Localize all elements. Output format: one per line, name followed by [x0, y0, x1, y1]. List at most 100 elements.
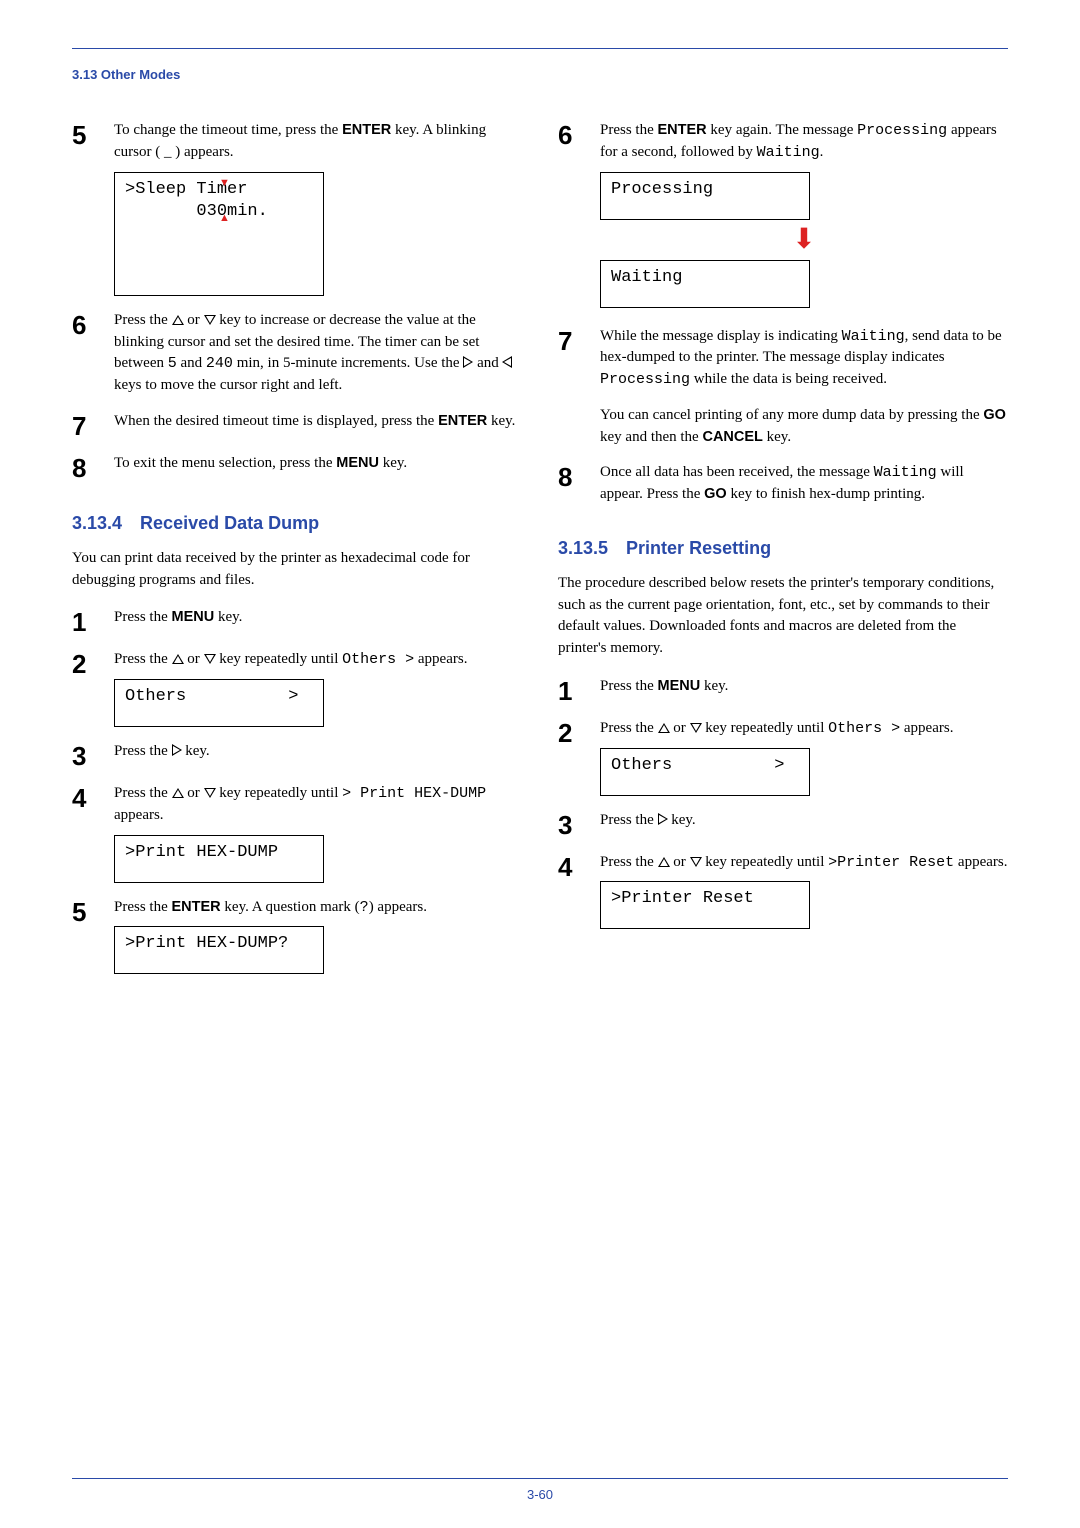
text: ) appears. — [369, 899, 427, 915]
key-cancel: CANCEL — [702, 429, 762, 445]
text: key repeatedly until — [702, 854, 829, 870]
step-number: 2 — [558, 718, 600, 796]
text: and — [177, 355, 206, 371]
cursor-down-icon: ▼ — [219, 176, 230, 190]
step-number: 3 — [72, 741, 114, 769]
section-3-13-4-title: 3.13.4Received Data Dump — [72, 513, 522, 534]
up-icon — [172, 315, 184, 325]
text: key. — [214, 609, 242, 625]
up-icon — [172, 654, 184, 664]
page-footer: 3-60 — [72, 1478, 1008, 1502]
down-icon — [204, 315, 216, 325]
value: Processing — [857, 122, 947, 139]
reset-step-2: 2 Press the or key repeatedly until Othe… — [558, 718, 1008, 796]
section-intro: You can print data received by the print… — [72, 548, 522, 592]
text: or — [184, 312, 204, 328]
text: key. — [379, 455, 407, 471]
key-enter: ENTER — [172, 899, 221, 915]
left-step-5: 5 To change the timeout time, press the … — [72, 120, 522, 296]
text: Press the — [600, 854, 658, 870]
right-icon — [658, 813, 668, 825]
right-step-6: 6 Press the ENTER key again. The message… — [558, 120, 1008, 308]
right-step-8: 8 Once all data has been received, the m… — [558, 462, 1008, 506]
lcd-others: Others > — [114, 679, 324, 727]
left-icon — [502, 356, 512, 368]
step-number: 1 — [558, 676, 600, 704]
text: or — [184, 785, 204, 801]
step-number: 5 — [72, 120, 114, 296]
text: Press the — [114, 651, 172, 667]
text: key again. The message — [707, 122, 858, 138]
step-number: 7 — [558, 326, 600, 449]
step-number: 6 — [72, 310, 114, 397]
text: key repeatedly until — [702, 720, 829, 736]
text: Press the — [114, 609, 172, 625]
value: > Print HEX-DUMP — [342, 785, 486, 802]
lcd-processing: Processing — [600, 172, 810, 220]
page-header: 3.13 Other Modes — [72, 67, 1008, 82]
step-number: 6 — [558, 120, 600, 308]
step-number: 3 — [558, 810, 600, 838]
text: key to finish hex-dump printing. — [727, 486, 925, 502]
step-number: 2 — [72, 649, 114, 727]
text: You can cancel printing of any more dump… — [600, 407, 983, 423]
value: Waiting — [842, 328, 905, 345]
key-go: GO — [704, 486, 727, 502]
left-step-8: 8 To exit the menu selection, press the … — [72, 453, 522, 481]
text: min, in 5-minute increments. Use the — [233, 355, 463, 371]
value: >Printer Reset — [828, 854, 954, 871]
text: key. — [700, 678, 728, 694]
text: Press the — [600, 678, 658, 694]
up-icon — [172, 788, 184, 798]
lcd-sleep-timer: >Sleep Timer 030min. ▼ ▲ — [114, 172, 324, 296]
key-menu: MENU — [336, 455, 379, 471]
text: To exit the menu selection, press the — [114, 455, 336, 471]
value: Others > — [342, 651, 414, 668]
step-number: 4 — [558, 852, 600, 930]
value: Waiting — [757, 144, 820, 161]
text: appears. — [900, 720, 953, 736]
text: while the data is being received. — [690, 371, 887, 387]
right-column: 6 Press the ENTER key again. The message… — [558, 120, 1008, 988]
text: key. — [487, 413, 515, 429]
right-icon — [463, 356, 473, 368]
dump-step-5: 5 Press the ENTER key. A question mark (… — [72, 897, 522, 975]
text: or — [670, 720, 690, 736]
key-enter: ENTER — [342, 122, 391, 138]
lcd-waiting: Waiting — [600, 260, 810, 308]
dump-step-3: 3 Press the key. — [72, 741, 522, 769]
step-number: 1 — [72, 607, 114, 635]
reset-step-3: 3 Press the key. — [558, 810, 1008, 838]
down-icon — [690, 723, 702, 733]
down-icon — [690, 857, 702, 867]
text: key repeatedly until — [216, 785, 343, 801]
value: Waiting — [874, 464, 937, 481]
text: While the message display is indicating — [600, 328, 842, 344]
key-go: GO — [983, 407, 1006, 423]
up-icon — [658, 723, 670, 733]
right-icon — [172, 744, 182, 756]
value: Processing — [600, 371, 690, 388]
section-3-13-5-title: 3.13.5Printer Resetting — [558, 538, 1008, 559]
down-icon — [204, 788, 216, 798]
text: To change the timeout time, press the — [114, 122, 342, 138]
left-step-7: 7 When the desired timeout time is displ… — [72, 411, 522, 439]
text: or — [184, 651, 204, 667]
text: Press the — [600, 122, 658, 138]
text: appears. — [114, 807, 164, 823]
lcd-print-hexdump: >Print HEX-DUMP — [114, 835, 324, 883]
step-number: 8 — [558, 462, 600, 506]
text: Press the — [114, 743, 172, 759]
up-icon — [658, 857, 670, 867]
reset-step-1: 1 Press the MENU key. — [558, 676, 1008, 704]
value: 5 — [168, 355, 177, 372]
text: Press the — [114, 312, 172, 328]
text: and — [473, 355, 502, 371]
text: appears. — [414, 651, 467, 667]
step-number: 7 — [72, 411, 114, 439]
text: key. — [763, 429, 791, 445]
right-step-7: 7 While the message display is indicatin… — [558, 326, 1008, 449]
lcd-print-hexdump-q: >Print HEX-DUMP? — [114, 926, 324, 974]
lcd-others: Others > — [600, 748, 810, 796]
key-menu: MENU — [658, 678, 701, 694]
